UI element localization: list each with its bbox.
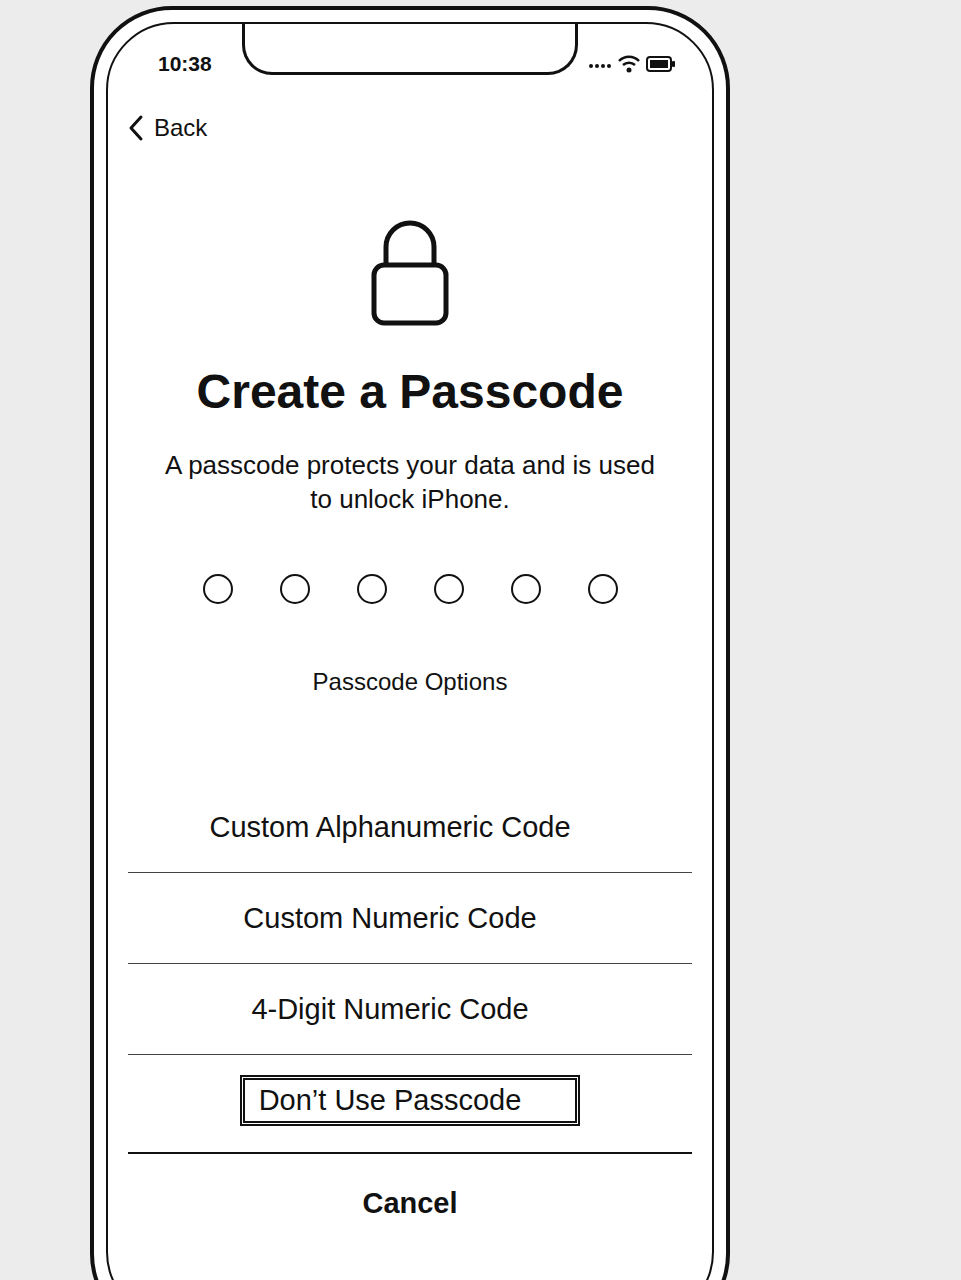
option-label: Don’t Use Passcode — [240, 1075, 581, 1126]
passcode-dot — [588, 574, 618, 604]
passcode-dot — [434, 574, 464, 604]
sheet-option[interactable]: 4-Digit Numeric Code — [128, 964, 692, 1055]
passcode-options-button[interactable]: Passcode Options — [313, 668, 508, 696]
nav-bar: Back — [108, 114, 712, 142]
passcode-dot — [203, 574, 233, 604]
passcode-dots — [203, 574, 618, 604]
lock-graphic — [370, 217, 450, 327]
title: Create a Passcode — [197, 362, 624, 422]
passcode-dot — [511, 574, 541, 604]
wifi-icon — [618, 55, 640, 73]
notch — [242, 22, 578, 75]
status-time: 10:38 — [158, 52, 212, 76]
lock-icon — [370, 217, 450, 327]
battery-icon — [646, 56, 676, 72]
cancel-button[interactable]: Cancel — [128, 1152, 692, 1252]
sheet-option[interactable]: Don’t Use Passcode — [128, 1055, 692, 1146]
status-icons — [588, 55, 676, 73]
back-button[interactable]: Back — [128, 114, 207, 142]
screen: 10:38 Back Create a Passcode A passcode pro… — [106, 22, 714, 1280]
sheet-option[interactable]: Custom Alphanumeric Code — [128, 782, 692, 873]
sheet-option[interactable]: Custom Numeric Code — [128, 873, 692, 964]
page: 10:38 Back Create a Passcode A passcode pro… — [0, 0, 961, 1280]
signal-icon — [588, 59, 612, 69]
option-label: 4-Digit Numeric Code — [232, 984, 587, 1035]
subtitle: A passcode protects your data and is use… — [158, 448, 663, 516]
action-sheet: Custom Alphanumeric Code Custom Numeric C… — [108, 782, 712, 1252]
passcode-dot — [280, 574, 310, 604]
option-label: Custom Numeric Code — [224, 893, 595, 944]
back-label: Back — [154, 115, 207, 141]
chevron-left-icon — [128, 114, 144, 142]
passcode-dot — [357, 574, 387, 604]
phone: 10:38 Back Create a Passcode A passcode pro… — [90, 6, 730, 1280]
option-label: Custom Alphanumeric Code — [190, 802, 629, 853]
